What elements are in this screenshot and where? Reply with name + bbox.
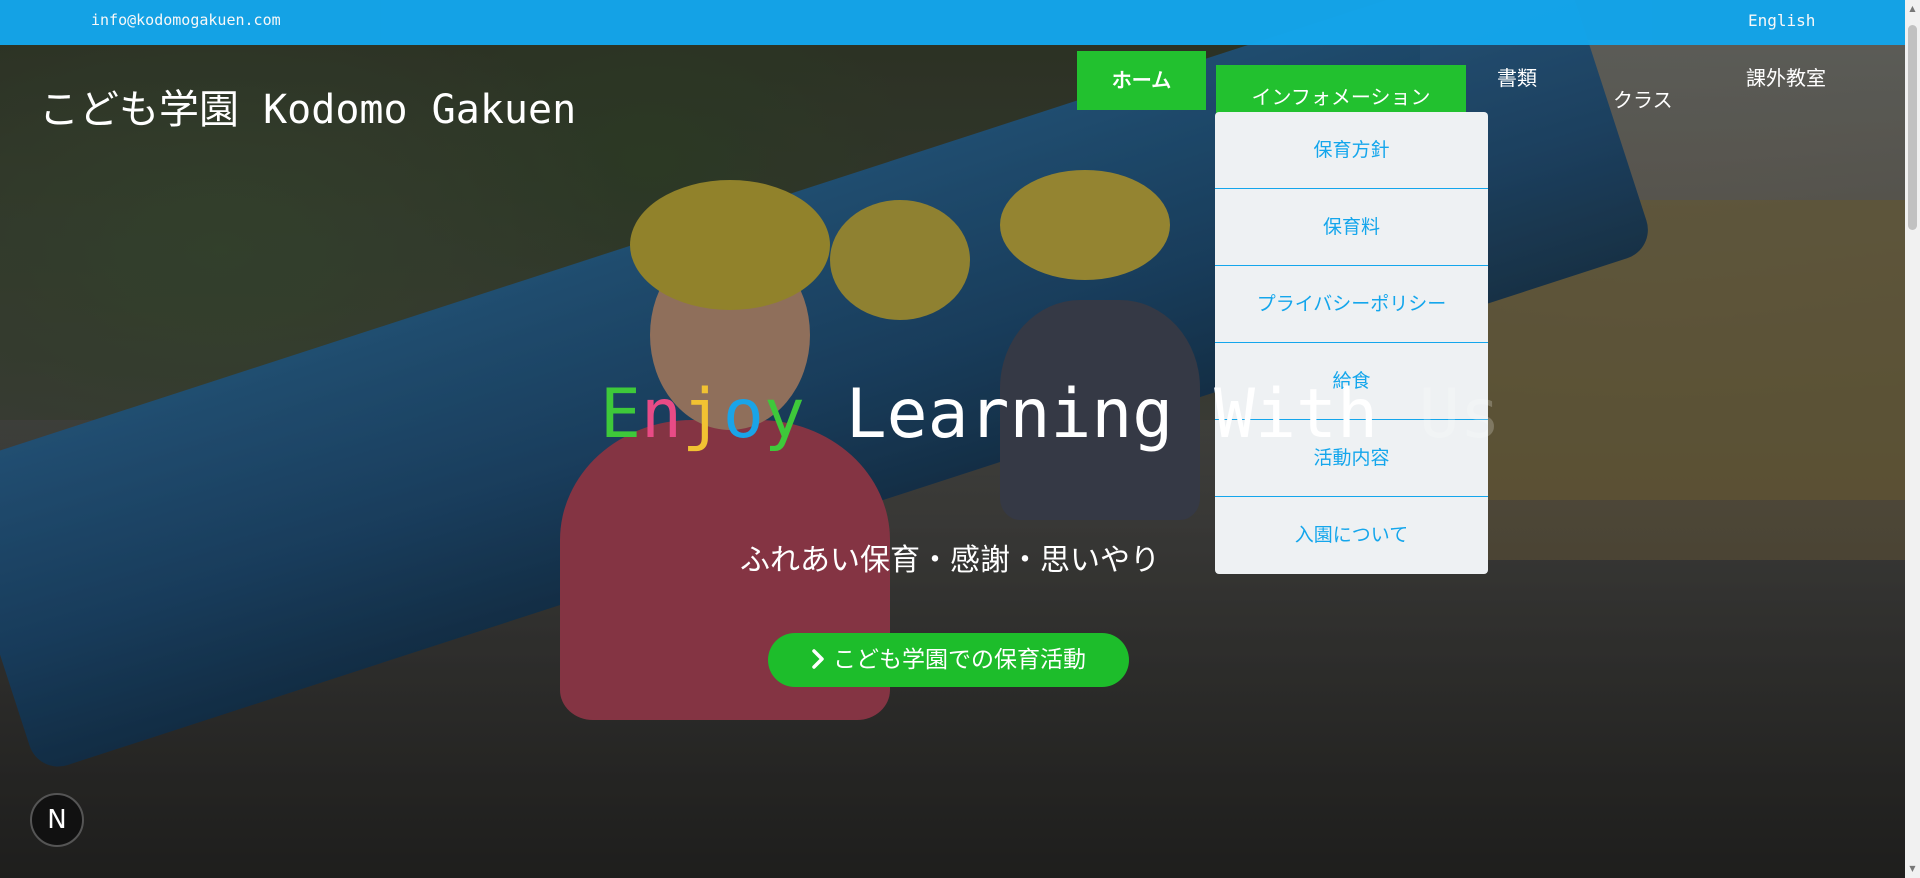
- contact-email[interactable]: info@kodomogakuen.com: [91, 11, 281, 29]
- hero-tagline: ふれあい保育・感謝・思いやり: [740, 543, 1160, 578]
- chevron-right-icon: [811, 633, 825, 687]
- headline-letter: o: [722, 375, 764, 454]
- cta-label: こども学園での保育活動: [833, 647, 1086, 673]
- n-badge-button[interactable]: N: [30, 793, 84, 847]
- arrow-down-icon[interactable]: ▼: [1908, 864, 1917, 874]
- dropdown-item-fees[interactable]: 保育料: [1215, 189, 1488, 266]
- headline-letter: E: [600, 375, 641, 454]
- headline-letter: y: [763, 375, 805, 454]
- nav-documents-link[interactable]: 書類: [1497, 62, 1537, 91]
- page-scrollbar[interactable]: ▲ ▼: [1905, 0, 1920, 878]
- dropdown-item-policy[interactable]: 保育方針: [1215, 112, 1488, 189]
- language-switch-link[interactable]: English: [1748, 11, 1815, 30]
- headline-letter: n: [640, 375, 682, 454]
- activities-cta-button[interactable]: こども学園での保育活動: [768, 633, 1129, 687]
- site-brand-logo[interactable]: こども学園 Kodomo Gakuen: [39, 77, 576, 135]
- headline-letter: j: [681, 375, 723, 454]
- scrollbar-thumb[interactable]: [1908, 25, 1917, 230]
- nav-extracurricular-link[interactable]: 課外教室: [1746, 62, 1826, 91]
- nav-information-button[interactable]: インフォメーション: [1216, 65, 1466, 113]
- arrow-up-icon[interactable]: ▲: [1908, 4, 1917, 14]
- nav-classes-link[interactable]: クラス: [1613, 84, 1673, 113]
- headline-text-faded: Us: [1418, 375, 1501, 454]
- nav-home-button[interactable]: ホーム: [1077, 51, 1206, 110]
- dropdown-item-privacy[interactable]: プライバシーポリシー: [1215, 266, 1488, 343]
- headline-text: Learning With: [804, 375, 1419, 454]
- information-dropdown-menu: 保育方針 保育料 プライバシーポリシー 給食 活動内容 入園について: [1215, 112, 1488, 574]
- dropdown-item-admission[interactable]: 入園について: [1215, 497, 1488, 574]
- hero-headline: Enjoy Learning With Us: [600, 375, 1501, 454]
- top-bar: info@kodomogakuen.com English: [0, 0, 1905, 45]
